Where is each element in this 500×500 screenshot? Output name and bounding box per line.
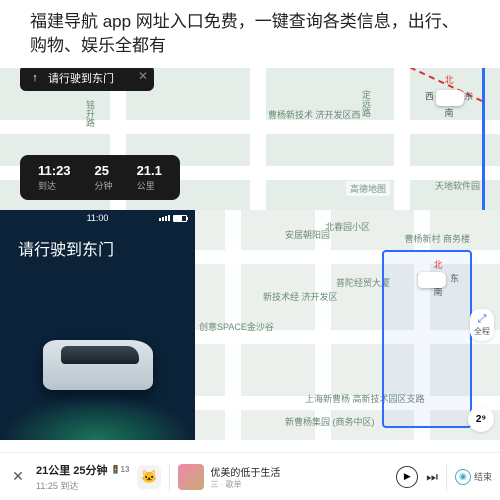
end-navigation-button[interactable]: ◉ 结束 [455, 469, 492, 485]
battery-icon [173, 215, 187, 222]
trip-summary[interactable]: 21公里 25分钟 🚦13 11:25 到达 [36, 462, 129, 492]
overview-map[interactable]: 安居朝阳园 曹杨新村 商务楼 北春园小区 新技术经 济开发区 普陀经贸大厦 创意… [195, 210, 500, 440]
arrival-stat: 11:23 到达 [38, 163, 71, 192]
trip-stats-bar[interactable]: 11:23 到达 25 分钟 21.1 公里 [20, 155, 180, 200]
album-art-icon [178, 464, 204, 490]
distance-stat: 21.1 公里 [137, 163, 162, 192]
route-line [482, 60, 485, 210]
music-source: 三 · 歌单 [210, 479, 280, 490]
turn-arrow-icon: ↑ [28, 71, 42, 85]
close-button[interactable]: ✕ [8, 467, 28, 487]
zoom-level-button[interactable]: 2⁹ [468, 406, 494, 432]
next-track-button[interactable]: ⏭ [426, 469, 438, 485]
poi-label: 天地软件园 [435, 179, 480, 192]
poi-label: 曹杨新村 商务楼 [404, 232, 470, 245]
hud-instruction: 请行驶到东门 [18, 236, 195, 260]
vehicle-hud-panel: 11:00 请行驶到东门 [0, 210, 195, 440]
vehicle-marker-icon [418, 272, 446, 288]
poi-label: 曹杨新技术 济开发区西 [268, 108, 361, 121]
status-bar: 11:00 [0, 210, 195, 226]
poi-label: 创意SPACE金沙谷 [199, 320, 274, 333]
signal-icon [159, 215, 170, 221]
music-widget[interactable]: 优美的低于生活 三 · 歌单 [178, 464, 388, 490]
status-time: 11:00 [87, 213, 109, 223]
duration-stat: 25 分钟 [95, 163, 113, 192]
page-title: 福建导航 app 网址入口免费，一键查询各类信息，出行、购物、娱乐全都有 [0, 0, 500, 68]
poi-label: 北春园小区 [325, 220, 370, 233]
end-icon: ◉ [455, 469, 471, 485]
nav-instruction-text: 请行驶到东门 [48, 70, 114, 86]
route-icon: ⤢ [474, 313, 490, 326]
play-button[interactable]: ▶ [396, 466, 418, 488]
assistant-icon[interactable]: 🐱 [137, 465, 161, 489]
car-render-icon [43, 340, 153, 390]
poi-label: 安居朝阳园 [285, 228, 330, 241]
map-provider-logo: 高德地图 [346, 181, 390, 196]
full-route-button[interactable]: ⤢ 全程 [470, 309, 494, 341]
traffic-lights-count: 🚦13 [111, 465, 130, 474]
close-icon[interactable]: ✕ [138, 69, 148, 83]
music-title: 优美的低于生活 [210, 464, 280, 479]
vehicle-marker-icon [436, 90, 464, 106]
nav-instruction-pill[interactable]: ↑ 请行驶到东门 ✕ [20, 65, 154, 91]
road-label: 铭升路 [84, 100, 97, 127]
road-label: 定远路 [360, 90, 373, 117]
bottom-control-bar: ✕ 21公里 25分钟 🚦13 11:25 到达 🐱 优美的低于生活 三 · 歌… [0, 452, 500, 500]
poi-label: 新技术经 济开发区 [263, 290, 338, 303]
poi-label: 新曹杨集园 (商务中区) [285, 415, 375, 428]
